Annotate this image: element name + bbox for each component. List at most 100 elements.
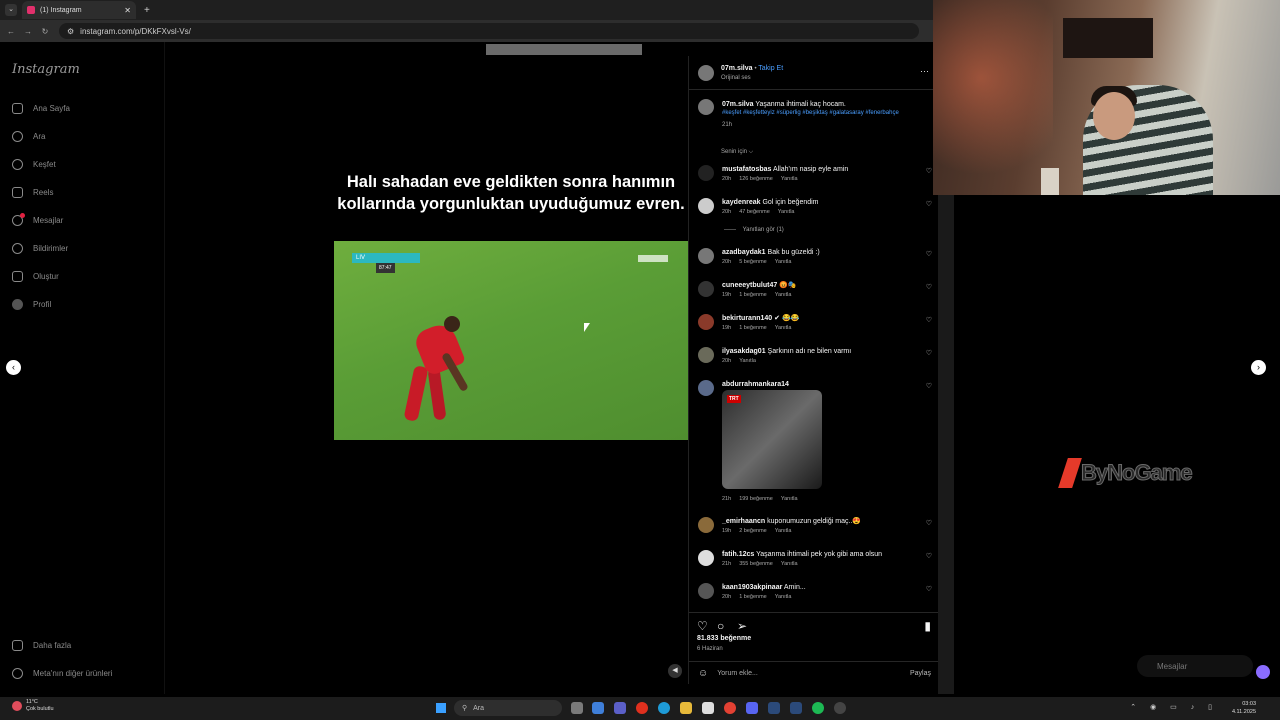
like-comment-icon[interactable]: ♡ [926,283,932,291]
avatar[interactable] [698,380,714,396]
comment-username[interactable]: kaydenreak [722,199,761,206]
reload-icon[interactable]: ↻ [39,27,51,36]
like-comment-icon[interactable]: ♡ [926,585,932,593]
comment-username[interactable]: _emirhaancn [722,518,765,525]
avatar[interactable] [698,165,714,181]
sidebar-item-more[interactable]: Daha fazla [12,640,71,651]
post-username[interactable]: 07m.silva [721,65,753,72]
sidebar-item-meta[interactable]: Meta'nın diğer ürünleri [12,668,112,679]
save-icon[interactable]: ▮ [924,619,931,633]
reply-button[interactable]: Yanıtla [739,358,756,364]
avatar[interactable] [698,550,714,566]
avatar[interactable] [698,517,714,533]
avatar[interactable] [698,281,714,297]
sidebar-item-reels[interactable]: Reels [12,187,53,198]
sidebar-item-home[interactable]: Ana Sayfa [12,103,70,114]
comment-sticker-image[interactable]: TRT [722,390,822,489]
url-field[interactable]: ⚙ instagram.com/p/DKkFXvsl-Vs/ [59,23,919,39]
like-comment-icon[interactable]: ♡ [926,316,932,324]
site-info-icon[interactable]: ⚙ [67,27,74,36]
start-icon[interactable] [436,703,446,713]
close-tab-icon[interactable]: ✕ [124,6,131,15]
new-tab-button[interactable]: + [144,5,150,16]
store-icon[interactable] [702,702,714,714]
mute-icon[interactable]: ◀ [668,664,682,678]
comment-likes[interactable]: 1 beğenme [739,292,767,298]
system-tray[interactable]: ⌃ ◉ ▭ ♪ ▯ [1130,703,1218,711]
file-explorer-icon[interactable] [680,702,692,714]
more-options-icon[interactable]: ⋯ [920,66,929,77]
reply-button[interactable]: Yanıtla [775,292,792,298]
caption-username[interactable]: 07m.silva [722,101,754,108]
emoji-icon[interactable]: ☺ [698,668,708,679]
like-comment-icon[interactable]: ♡ [926,552,932,560]
comment-likes[interactable]: 47 beğenme [739,209,770,215]
reply-button[interactable]: Yanıtla [775,325,792,331]
app-icon[interactable] [790,702,802,714]
comment-username[interactable]: bekirturann140 [722,315,772,322]
like-comment-icon[interactable]: ♡ [926,250,932,258]
share-icon[interactable]: ➢ [737,619,747,633]
comment-likes[interactable]: 1 beğenme [739,325,767,331]
post-comment-button[interactable]: Paylaş [910,670,931,677]
reply-button[interactable]: Yanıtla [781,496,798,502]
like-comment-icon[interactable]: ♡ [926,200,932,208]
instagram-logo[interactable]: Instagram [12,62,80,77]
comment-likes[interactable]: 5 beğenme [739,259,767,265]
comment-username[interactable]: ilyasakdag01 [722,348,766,355]
avatar[interactable] [698,347,714,363]
avatar[interactable] [698,248,714,264]
tab-search-button[interactable]: ⌄ [5,4,17,16]
messages-pill-button[interactable]: Mesajlar [1137,655,1253,677]
like-comment-icon[interactable]: ♡ [926,349,932,357]
comment-likes[interactable]: 355 beğenme [739,561,773,567]
audio-label[interactable]: Orijinal ses [721,75,751,81]
like-comment-icon[interactable]: ♡ [926,382,932,390]
comment-input[interactable]: Yorum ekle... [717,670,758,677]
teams-icon[interactable] [614,702,626,714]
sidebar-item-search[interactable]: Ara [12,131,45,142]
hashtags[interactable]: #keşfet #keşfetteyiz #süperlig #beşiktaş… [722,109,922,118]
follow-button[interactable]: Takip Et [758,65,783,72]
weather-widget[interactable]: 11°C Çok bulutlu [12,699,54,713]
reply-button[interactable]: Yanıtla [775,528,792,534]
avatar[interactable] [698,99,714,115]
like-icon[interactable]: ♡ [697,619,708,633]
sidebar-item-notifications[interactable]: Bildirimler [12,243,68,254]
app-icon[interactable] [834,702,846,714]
discord-icon[interactable] [746,702,758,714]
sidebar-item-profile[interactable]: Profil [12,299,51,310]
comment-username[interactable]: kaan1903akpinaar [722,584,782,591]
copilot-icon[interactable] [592,702,604,714]
post-video[interactable]: Halı sahadan eve geldikten sonra hanımın… [334,56,688,684]
spotify-icon[interactable] [812,702,824,714]
next-post-button[interactable]: › [1251,360,1266,375]
comment-likes[interactable]: 2 beğenme [739,528,767,534]
avatar[interactable] [698,314,714,330]
comment-sort-dropdown[interactable]: Senin için ⌵ [721,149,753,156]
assistant-icon[interactable] [1256,665,1270,679]
sidebar-item-messages[interactable]: Mesajlar [12,213,63,226]
comment-likes[interactable]: 1 beğenme [739,594,767,600]
comment-username[interactable]: abdurrahmankara14 [722,381,789,388]
comment-username[interactable]: azadbaydak1 [722,249,766,256]
comment-username[interactable]: fatih.12cs [722,551,754,558]
comment-icon[interactable]: ○ [717,619,724,633]
reply-button[interactable]: Yanıtla [775,259,792,265]
reply-button[interactable]: Yanıtla [781,561,798,567]
clock[interactable]: 03:03 4.11.2025 [1232,700,1256,716]
opera-icon[interactable] [636,702,648,714]
app-icon[interactable] [768,702,780,714]
comment-username[interactable]: cuneeeytbulut47 [722,282,777,289]
chrome-icon[interactable] [724,702,736,714]
taskbar-search[interactable]: ⚲ Ara [454,700,562,716]
task-view-icon[interactable] [571,702,583,714]
like-comment-icon[interactable]: ♡ [926,519,932,527]
view-replies-button[interactable]: —— Yanıtları gör (1) [724,227,784,233]
reply-button[interactable]: Yanıtla [781,176,798,182]
comment-likes[interactable]: 126 beğenme [739,176,773,182]
reply-button[interactable]: Yanıtla [778,209,795,215]
browser-tab[interactable]: (1) Instagram ✕ [22,1,136,19]
avatar[interactable] [698,583,714,599]
comment-likes[interactable]: 199 beğenme [739,496,773,502]
